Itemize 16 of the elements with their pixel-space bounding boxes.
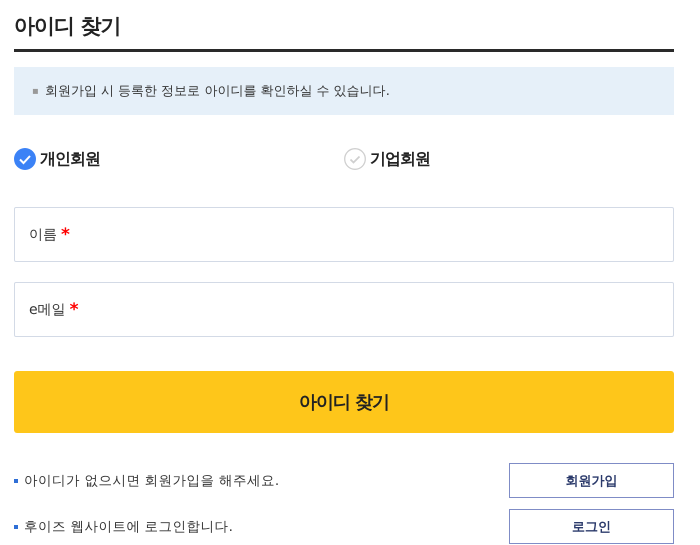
input-field[interactable]: e메일 *: [14, 282, 674, 337]
radio-label[interactable]: 개인회원: [40, 148, 100, 170]
action-button[interactable]: 로그인: [509, 509, 674, 544]
input-field[interactable]: 이름 *: [14, 207, 674, 262]
find-id-button[interactable]: 아이디 찾기: [14, 371, 674, 433]
radio-label[interactable]: 기업회원: [370, 148, 430, 170]
notice-text: 회원가입 시 등록한 정보로 아이디를 확인하실 수 있습니다.: [44, 83, 390, 100]
check-circle-icon[interactable]: [344, 148, 366, 170]
guide-text: 후이즈 웹사이트에 로그인합니다.: [24, 518, 233, 536]
checked-circle-icon[interactable]: [14, 148, 36, 170]
action-button[interactable]: 회원가입: [509, 463, 674, 498]
page-title: 아이디 찾기: [14, 12, 674, 52]
bullet-icon: [14, 524, 18, 528]
guide-text: 아이디가 없으시면 회원가입을 해주세요.: [24, 472, 280, 490]
bullet-icon: ▪: [32, 86, 39, 96]
bullet-icon: [14, 478, 18, 482]
